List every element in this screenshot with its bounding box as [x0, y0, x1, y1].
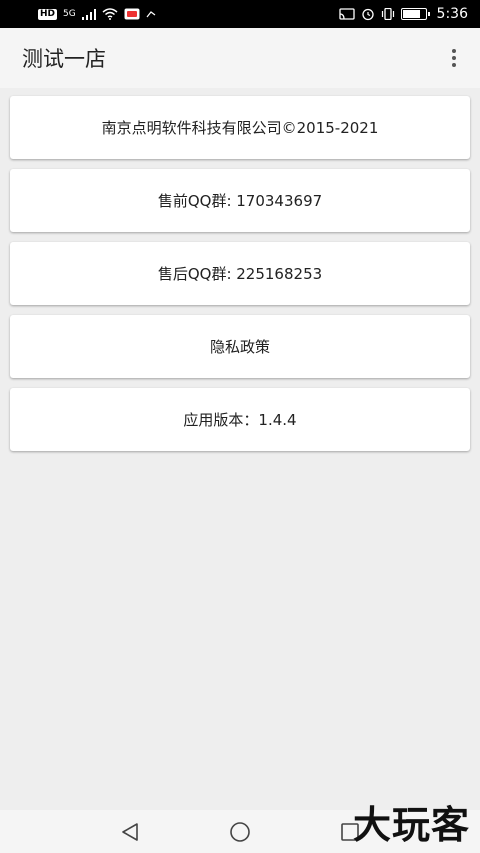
cast-icon	[338, 8, 355, 20]
nav-back-icon[interactable]	[110, 817, 150, 847]
hd-badge: HD	[38, 8, 58, 20]
privacy-policy-card[interactable]: 隐私政策	[10, 315, 470, 378]
notification-app-icon	[124, 8, 140, 20]
presale-qq-group-card[interactable]: 售前QQ群: 170343697	[10, 169, 470, 232]
info-list: 南京点明软件科技有限公司©2015-2021 售前QQ群: 170343697 …	[10, 96, 470, 461]
wifi-icon	[102, 8, 118, 20]
clock: 5:36	[436, 6, 468, 22]
vibrate-icon	[381, 8, 394, 20]
status-bar: HD 5G 5:36	[0, 0, 480, 28]
aftersale-qq-group-card[interactable]: 售后QQ群: 225168253	[10, 242, 470, 305]
nav-home-icon[interactable]	[220, 817, 260, 847]
watermark-logo: 大玩客	[352, 803, 470, 847]
alarm-icon	[361, 8, 374, 21]
app-version-card[interactable]: 应用版本：1.4.4	[10, 388, 470, 451]
network-type: 5G	[63, 9, 76, 19]
overflow-menu-icon[interactable]	[448, 49, 460, 67]
signal-icon	[81, 8, 96, 20]
status-bar-right: 5:36	[338, 6, 468, 22]
app-bar: 测试一店	[0, 28, 480, 88]
status-bar-left: HD 5G	[38, 8, 156, 20]
page-title: 测试一店	[22, 47, 106, 71]
copyright-card[interactable]: 南京点明软件科技有限公司©2015-2021	[10, 96, 470, 159]
notification-small-icon	[146, 11, 156, 18]
battery-icon	[400, 8, 430, 20]
